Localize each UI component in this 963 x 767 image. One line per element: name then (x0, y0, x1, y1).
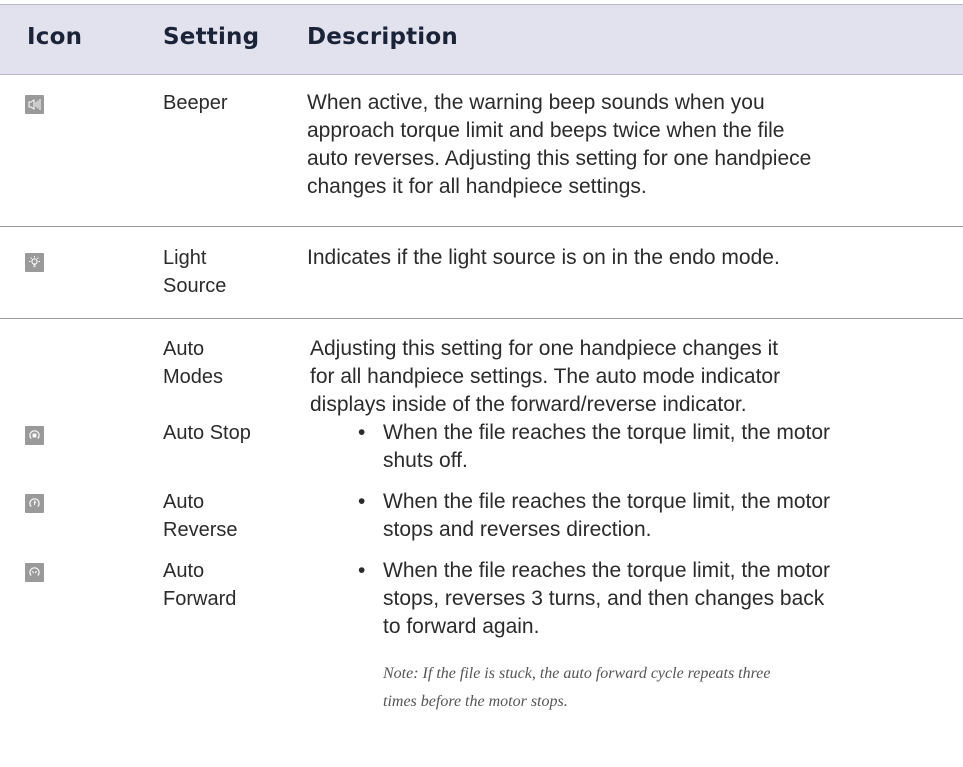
light-bulb-icon (25, 253, 44, 272)
setting-label: Beeper (163, 92, 228, 114)
note: Note: If the file is stuck, the auto for… (383, 665, 771, 710)
auto-stop-icon (25, 426, 44, 445)
description: When the file reaches the torque limit, … (383, 559, 831, 638)
description: When the file reaches the torque limit, … (383, 490, 831, 541)
description: Adjusting this setting for one handpiece… (310, 337, 781, 416)
header-description: Description (307, 24, 458, 50)
row-divider (0, 226, 963, 227)
setting-label: Auto Reverse (163, 491, 238, 541)
row-divider (0, 318, 963, 319)
description: When the file reaches the torque limit, … (383, 421, 831, 472)
header-icon: Icon (27, 24, 83, 50)
table-header: Icon Setting Description (0, 4, 963, 75)
description: When active, the warning beep sounds whe… (307, 91, 812, 198)
speaker-icon (25, 95, 44, 114)
setting-label: Light Source (163, 247, 227, 297)
description: Indicates if the light source is on in t… (307, 246, 780, 269)
bullet: • (358, 421, 366, 444)
setting-label: Auto Modes (163, 338, 224, 388)
bullet: • (358, 490, 366, 513)
setting-label: Auto Forward (163, 560, 237, 610)
setting-label: Auto Stop (163, 422, 251, 444)
header-setting: Setting (163, 24, 260, 50)
bullet: • (358, 559, 366, 582)
auto-forward-icon (25, 563, 44, 582)
auto-reverse-icon (25, 494, 44, 513)
